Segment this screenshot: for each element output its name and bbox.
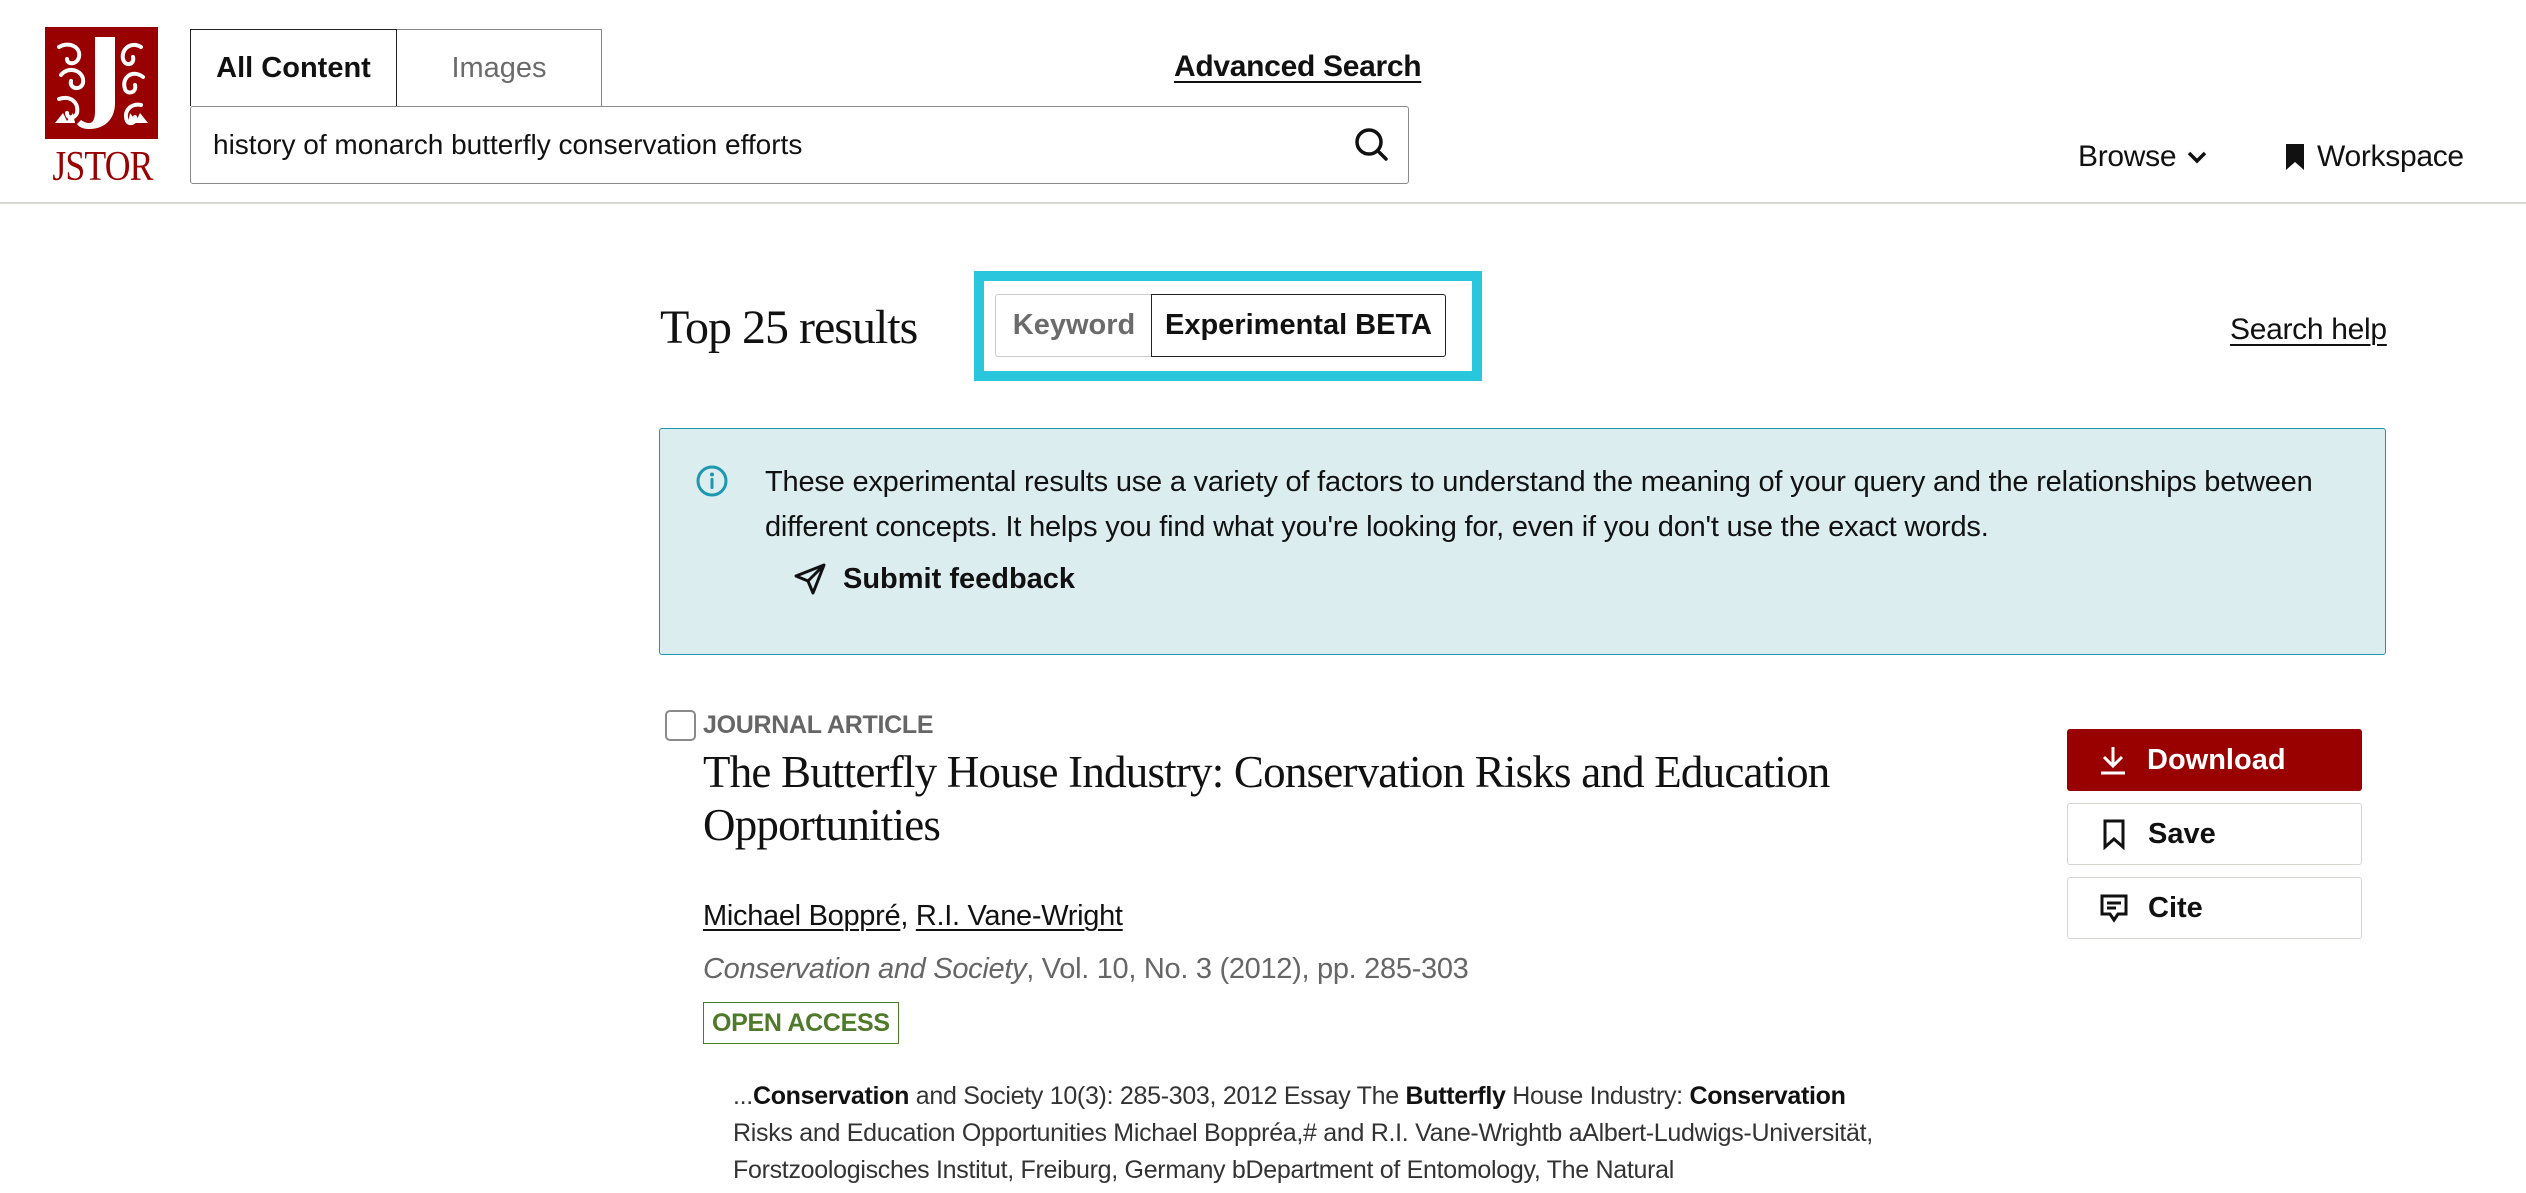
banner-message: These experimental results use a variety…	[765, 466, 2313, 543]
save-button[interactable]: Save	[2067, 803, 2362, 865]
journal-name: Conservation and Society	[703, 953, 1027, 985]
snippet-highlight: Butterfly	[1405, 1082, 1506, 1110]
cite-icon	[2100, 894, 2128, 923]
download-button[interactable]: Download	[2067, 729, 2362, 791]
result-select-checkbox[interactable]	[665, 710, 696, 741]
download-label: Download	[2147, 743, 2286, 776]
info-icon	[696, 465, 728, 497]
snippet-highlight: Conservation	[752, 1082, 910, 1110]
citation-details: , Vol. 10, No. 3 (2012), pp. 285-303	[1026, 953, 1469, 985]
snippet-text: House Industry:	[1505, 1082, 1690, 1110]
author-link[interactable]: Michael Boppré	[703, 900, 901, 932]
search-box	[190, 106, 1409, 184]
keyword-mode-toggle[interactable]: Keyword	[995, 294, 1152, 357]
search-icon	[1355, 128, 1388, 161]
save-label: Save	[2148, 817, 2216, 850]
workspace-label: Workspace	[2317, 140, 2464, 173]
search-input[interactable]	[213, 107, 1313, 183]
bookmark-icon	[2103, 819, 2125, 850]
cite-label: Cite	[2148, 891, 2203, 924]
search-button[interactable]	[1350, 123, 1394, 167]
result-snippet: ...Conservation and Society 10(3): 285-3…	[733, 1078, 1883, 1189]
workspace-link[interactable]: Workspace	[2285, 140, 2464, 174]
tab-all-content[interactable]: All Content	[190, 29, 397, 106]
snippet-text: and Society 10(3): 285-303, 2012 Essay T…	[909, 1082, 1406, 1110]
jstor-wordmark: JSTOR	[52, 144, 153, 190]
browse-label: Browse	[2078, 140, 2177, 173]
result-title-link[interactable]: The Butterfly House Industry: Conservati…	[703, 746, 1963, 852]
send-icon	[794, 563, 826, 595]
snippet-text: Risks and Education Opportunities Michae…	[733, 1119, 1873, 1184]
submit-feedback-label: Submit feedback	[843, 562, 1076, 595]
search-help-link[interactable]: Search help	[2230, 313, 2387, 347]
download-icon	[2101, 747, 2125, 775]
author-link[interactable]: R.I. Vane-Wright	[916, 900, 1123, 932]
result-authors: Michael Boppré, R.I. Vane-Wright	[703, 900, 1123, 933]
experimental-mode-toggle[interactable]: Experimental BETA	[1151, 294, 1446, 357]
results-heading: Top 25 results	[660, 301, 918, 354]
snippet-text: ...	[733, 1082, 753, 1110]
jstor-j-emblem-icon	[45, 27, 158, 139]
browse-menu[interactable]: Browse	[2078, 140, 2208, 174]
submit-feedback-button[interactable]: Submit feedback	[793, 562, 1075, 596]
jstor-logo[interactable]	[45, 27, 158, 139]
advanced-search-link[interactable]: Advanced Search	[1174, 50, 1422, 84]
journal-citation: Conservation and Society, Vol. 10, No. 3…	[703, 953, 1469, 986]
chevron-down-icon	[2187, 151, 2207, 164]
bookmark-filled-icon	[2286, 144, 2304, 170]
content-type-label: JOURNAL ARTICLE	[703, 711, 934, 739]
cite-button[interactable]: Cite	[2067, 877, 2362, 939]
author-separator: ,	[900, 900, 916, 932]
tab-images[interactable]: Images	[396, 29, 602, 106]
snippet-highlight: Conservation	[1689, 1082, 1846, 1110]
open-access-badge: OPEN ACCESS	[703, 1002, 899, 1044]
header-divider	[0, 202, 2526, 204]
